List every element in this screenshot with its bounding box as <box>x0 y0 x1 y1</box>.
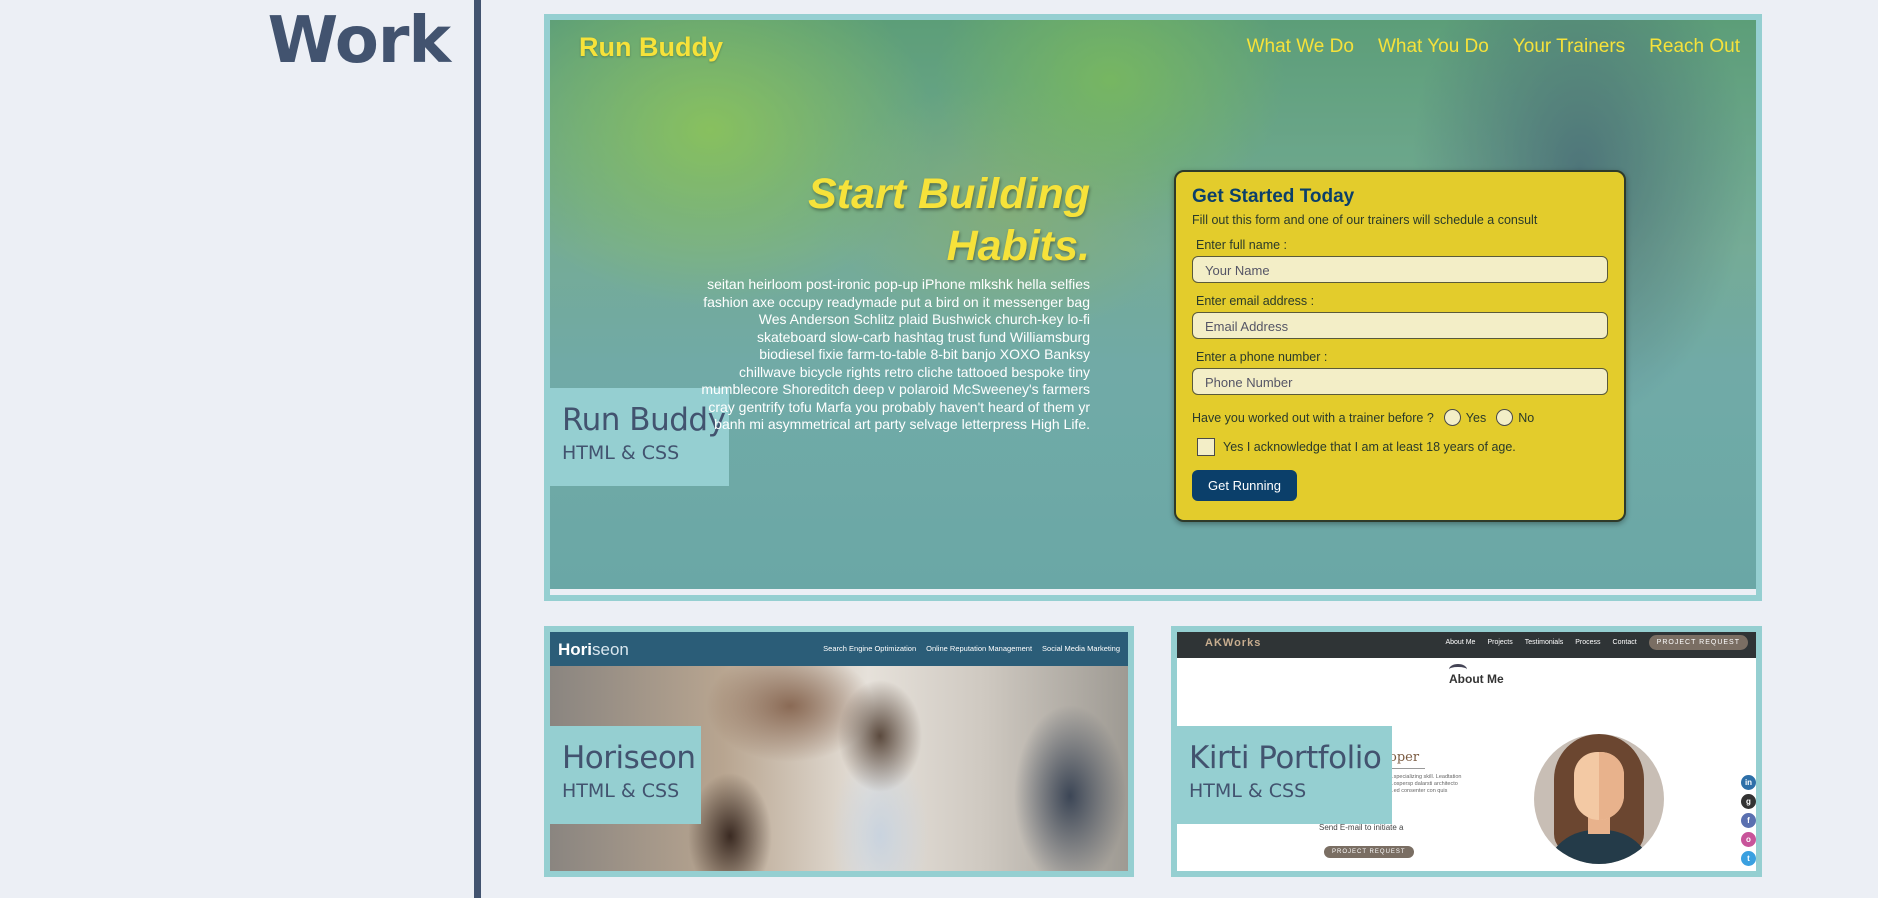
social-links: in g f o t <box>1741 775 1756 866</box>
project-request-button: PROJECT REQUEST <box>1648 635 1748 650</box>
project-screenshot: Run Buddy What We Do What You Do Your Tr… <box>550 20 1756 589</box>
no-radio <box>1496 409 1514 426</box>
nav-item: Search Engine Optimization <box>823 644 917 653</box>
project-name[interactable]: Horiseon <box>562 740 696 776</box>
yes-radio <box>1443 409 1461 426</box>
nav-item: Process <box>1575 639 1601 646</box>
linkedin-icon: in <box>1741 775 1756 790</box>
name-label: Enter full name : <box>1196 238 1288 252</box>
project-card-run-buddy[interactable]: Run Buddy What We Do What You Do Your Tr… <box>544 14 1762 601</box>
timeline-divider <box>474 0 481 898</box>
nav-item: What You Do <box>1377 36 1489 57</box>
run-buddy-nav: What We Do What You Do Your Trainers Rea… <box>1247 36 1740 58</box>
nav-item: What We Do <box>1246 36 1354 57</box>
signup-form: Get Started Today Fill out this form and… <box>1174 170 1626 522</box>
name-input: Your Name <box>1192 256 1608 283</box>
yes-label: Yes <box>1465 410 1487 425</box>
project-label[interactable]: Kirti Portfolio HTML & CSS <box>1177 726 1392 824</box>
horiseon-header: Horiseon Search Engine Optimization Onli… <box>550 632 1128 666</box>
form-title: Get Started Today <box>1192 186 1355 207</box>
run-buddy-logo: Run Buddy <box>579 32 723 62</box>
age-acknowledge: Yes I acknowledge that I am at least 18 … <box>1192 438 1608 456</box>
about-text: ...specializing skill. Leadtation ...osp… <box>1389 774 1462 794</box>
nav-item: Reach Out <box>1649 36 1740 57</box>
about-heading: About Me <box>1449 672 1504 686</box>
github-icon: g <box>1741 794 1756 809</box>
kirti-logo: AKWorks <box>1205 637 1262 649</box>
project-tech: HTML & CSS <box>1189 780 1307 802</box>
facebook-icon: f <box>1741 813 1756 828</box>
kirti-nav: About Me Projects Testimonials Process C… <box>1445 635 1748 650</box>
age-checkbox <box>1197 438 1215 456</box>
phone-input: Phone Number <box>1192 368 1608 395</box>
horiseon-nav: Search Engine Optimization Online Reputa… <box>823 644 1120 653</box>
acknowledge-text: Yes I acknowledge that I am at least 18 … <box>1223 440 1516 454</box>
phone-label: Enter a phone number : <box>1196 350 1328 364</box>
hero-text: seitan heirloom post-ironic pop-up iPhon… <box>701 276 1090 432</box>
project-request-small-button: PROJECT REQUEST <box>1324 846 1414 858</box>
send-email-text: Send E-mail to initiate a <box>1319 823 1404 832</box>
nav-item: Contact <box>1612 639 1637 646</box>
nav-item: Projects <box>1487 639 1513 646</box>
developer-heading: oper <box>1389 750 1420 765</box>
email-input: Email Address <box>1192 312 1608 339</box>
email-label: Enter email address : <box>1196 294 1315 308</box>
hero-title: Start Building Habits. <box>808 170 1090 270</box>
project-card-horiseon[interactable]: Horiseon Search Engine Optimization Onli… <box>544 626 1134 877</box>
project-tech: HTML & CSS <box>562 780 680 802</box>
question-text: Have you worked out with a trainer befor… <box>1192 410 1434 425</box>
project-tech: HTML & CSS <box>562 442 680 464</box>
form-subtitle: Fill out this form and one of our traine… <box>1192 213 1538 227</box>
no-label: No <box>1518 410 1535 425</box>
twitter-icon: t <box>1741 851 1756 866</box>
instagram-icon: o <box>1741 832 1756 847</box>
trainer-question: Have you worked out with a trainer befor… <box>1192 409 1608 426</box>
nav-item: Social Media Marketing <box>1042 644 1120 653</box>
kirti-header: AKWorks About Me Projects Testimonials P… <box>1177 632 1756 658</box>
heading-underline <box>1389 768 1425 769</box>
nav-item: About Me <box>1445 639 1476 646</box>
get-running-button: Get Running <box>1192 470 1297 501</box>
nav-item: Online Reputation Management <box>926 644 1033 653</box>
project-label[interactable]: Horiseon HTML & CSS <box>550 726 701 824</box>
horiseon-logo: Horiseon <box>558 640 629 659</box>
nav-item: Testimonials <box>1524 639 1564 646</box>
project-name[interactable]: Kirti Portfolio <box>1189 740 1382 776</box>
work-section-title: Work <box>267 4 451 78</box>
project-card-kirti-portfolio[interactable]: AKWorks About Me Projects Testimonials P… <box>1171 626 1762 877</box>
avatar-illustration <box>1534 734 1664 864</box>
project-name[interactable]: Run Buddy <box>562 402 726 438</box>
nav-item: Your Trainers <box>1512 36 1626 57</box>
